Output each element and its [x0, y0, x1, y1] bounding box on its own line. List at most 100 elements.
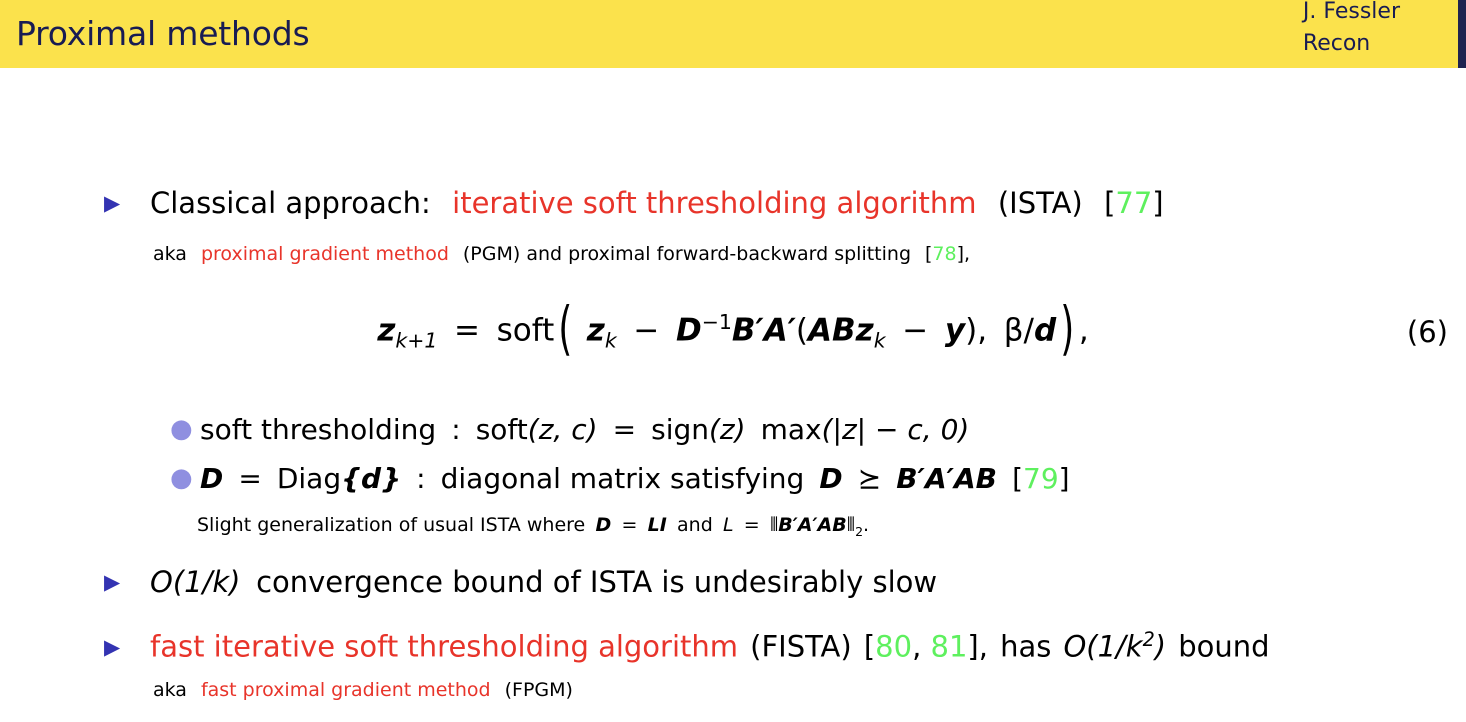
author-name: J. Fessler	[1302, 0, 1400, 24]
display-equation-6: zk+1 = soft( zk − D−1B′A′(ABzk − y), β/d…	[377, 294, 1089, 363]
s2note-eq1-rhs: LI	[647, 514, 667, 536]
aka-label: aka	[153, 679, 187, 701]
s2-text: diagonal matrix satisfying	[440, 462, 805, 495]
bullet-1-cite-close: ]	[1152, 186, 1164, 220]
s1-sign-fn: sign	[651, 413, 709, 446]
bullet-3-cite-sep: ,	[912, 629, 931, 664]
s2-relation-succeq: ⪰	[857, 462, 882, 495]
bullet-3-tail-pre: has	[1000, 629, 1052, 664]
subbullet-soft-thresholding: ● soft thresholding : soft(z, c) = sign(…	[170, 414, 969, 447]
s1-soft-fn: soft	[475, 413, 528, 446]
triangle-bullet-icon: ▶	[104, 570, 121, 594]
eq-term4-y: y	[944, 312, 966, 349]
eq-minus-2: −	[902, 312, 929, 349]
s2-matrix-D: D	[200, 462, 224, 495]
header-right-edge-accent	[1458, 0, 1466, 68]
s1-max-fn: max	[760, 413, 822, 446]
author-subtitle: Recon	[1302, 31, 1371, 56]
eq-soft-function: soft	[496, 312, 555, 349]
s1-max-arg: (|z| − c, 0)	[821, 413, 970, 446]
s1-equals: =	[612, 413, 637, 446]
eq-equals: =	[454, 312, 480, 349]
s2note-eq1-equals: =	[621, 514, 638, 536]
eq-term3-subscript: k	[873, 328, 886, 353]
aka-1-emphasis: proximal gradient method	[200, 243, 449, 265]
eq-matrix-A-prime: ′	[787, 312, 796, 349]
bullet-convergence-bound: ▶ O(1/k) convergence bound of ISTA is un…	[104, 565, 937, 602]
s2note-pre: Slight generalization of usual ISTA wher…	[197, 514, 586, 536]
bullet-3-citation-b[interactable]: 81	[931, 630, 968, 664]
eq-slash: /	[1023, 312, 1034, 349]
eq-matrix-D-exponent: −1	[701, 310, 732, 334]
s2note-norm-subscript: 2	[855, 523, 864, 539]
bullet-1-cite-open: [	[1104, 186, 1116, 220]
eq-trailing-comma: ,	[1078, 312, 1089, 349]
s2note-eq1-lhs: D	[595, 514, 612, 536]
aka-label: aka	[153, 243, 187, 265]
subbullet-2-note: Slight generalization of usual ISTA wher…	[197, 514, 869, 543]
eq-term3-ABz: ABz	[808, 312, 874, 349]
aka-3-emphasis: fast proximal gradient method	[200, 679, 491, 701]
s2-rel-rhs: B′A′AB	[896, 462, 998, 495]
eq-comma: ,	[977, 312, 988, 349]
author-block: J. Fessler Recon	[1303, 0, 1400, 60]
bullet-2-rest: convergence bound of ISTA is undesirably…	[256, 565, 938, 599]
bullet-3-acronym: (FISTA)	[750, 629, 852, 664]
s2-diag-arg: {d}	[341, 462, 402, 495]
bullet-3-order-close: )	[1154, 629, 1167, 664]
s2-citation[interactable]: 79	[1023, 462, 1059, 495]
dot-bullet-icon: ●	[170, 463, 193, 493]
eq-matrix-B: B	[731, 312, 756, 349]
bullet-1-aka-line: aka proximal gradient method (PGM) and p…	[153, 243, 970, 266]
page-title: Proximal methods	[16, 14, 310, 53]
s1-label: soft thresholding	[200, 413, 437, 446]
eq-vector-d: d	[1033, 312, 1057, 349]
bullet-3-emphasis: fast iterative soft thresholding algorit…	[150, 629, 739, 664]
s2note-period: .	[863, 514, 870, 536]
bullet-3-cite-open: [	[863, 629, 876, 664]
eq-minus-1: −	[633, 312, 660, 349]
s2-cite-open: [	[1012, 462, 1024, 495]
s2-colon: :	[416, 462, 426, 495]
slide-header-bar: Proximal methods J. Fessler Recon	[0, 0, 1466, 68]
bullet-classical-approach: ▶ Classical approach: iterative soft thr…	[104, 186, 1164, 223]
bullet-3-order: O(1/k	[1063, 629, 1143, 664]
s2note-mid: and	[677, 514, 713, 536]
eq-term1-var: z	[586, 312, 605, 349]
bullet-2-order: O(1/k)	[150, 565, 241, 599]
bullet-3-cite-close: ],	[967, 629, 988, 664]
triangle-bullet-icon: ▶	[104, 191, 121, 215]
s2-diag-fn: Diag	[276, 462, 342, 495]
eq-term1-subscript: k	[604, 328, 617, 353]
aka-1-rest: (PGM) and proximal forward-backward spli…	[462, 243, 911, 265]
eq-beta: β	[1003, 312, 1024, 349]
s1-colon: :	[451, 413, 461, 446]
triangle-bullet-icon: ▶	[104, 634, 121, 659]
bullet-1-emphasis: iterative soft thresholding algorithm	[452, 186, 977, 220]
eq-lhs-subscript: k+1	[395, 328, 438, 353]
bullet-fista: ▶ fast iterative soft thresholding algor…	[104, 623, 1270, 667]
s2note-norm-close: ⦀	[846, 514, 856, 536]
eq-matrix-D: D	[676, 312, 702, 349]
eq-inner-close-paren: )	[965, 312, 978, 349]
bullet-3-tail-post: bound	[1178, 629, 1270, 664]
bullet-1-citation[interactable]: 77	[1115, 186, 1152, 220]
aka-1-cite-close: ],	[956, 243, 971, 265]
dot-bullet-icon: ●	[170, 414, 193, 444]
s2note-eq2-lhs: L	[722, 514, 734, 536]
s2-cite-close: ]	[1058, 462, 1070, 495]
equation-number: (6)	[1406, 315, 1448, 349]
s2note-eq2-equals: =	[743, 514, 760, 536]
bullet-3-aka-line: aka fast proximal gradient method (FPGM)	[153, 679, 573, 702]
slide-body: ▶ Classical approach: iterative soft thr…	[0, 68, 1466, 722]
s1-soft-args: (z, c)	[527, 413, 598, 446]
bullet-3-citation-a[interactable]: 80	[875, 630, 912, 664]
aka-1-citation[interactable]: 78	[932, 243, 956, 265]
eq-inner-open-paren: (	[795, 312, 809, 349]
s2-equals: =	[238, 462, 262, 495]
s1-sign-arg: (z)	[709, 413, 746, 446]
eq-matrix-A: A	[763, 312, 788, 349]
s2note-norm-body: B′A′AB	[778, 514, 847, 536]
eq-matrix-B-prime: ′	[755, 312, 764, 349]
bullet-1-acronym: (ISTA)	[997, 186, 1083, 220]
